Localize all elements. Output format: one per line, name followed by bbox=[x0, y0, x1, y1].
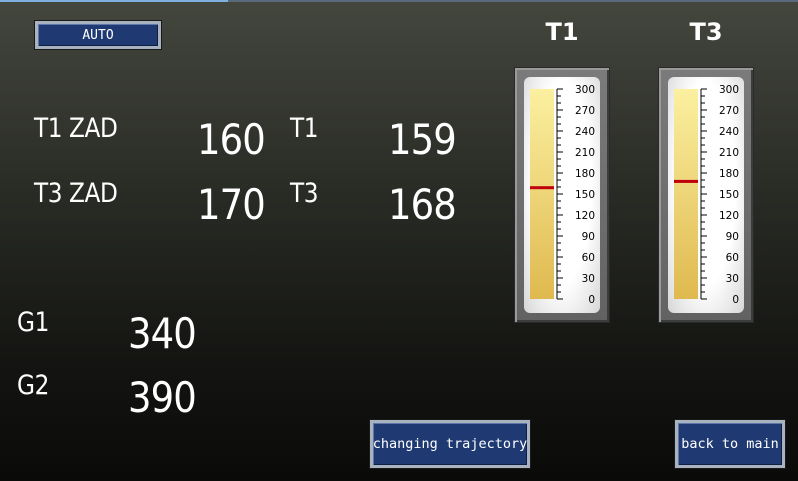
changing-trajectory-button[interactable]: changing trajectory bbox=[370, 420, 530, 468]
gauge-tick-label: 180 bbox=[575, 168, 595, 180]
gauge-tick-label: 0 bbox=[732, 294, 739, 306]
gauge-tick-label: 210 bbox=[719, 147, 739, 159]
gauge-pointer bbox=[530, 186, 554, 190]
gauge-tick-label: 120 bbox=[575, 210, 595, 222]
gauge-tick-label: 90 bbox=[726, 231, 739, 243]
gauge-tick-label: 0 bbox=[588, 294, 595, 306]
back-to-main-button[interactable]: back to main bbox=[675, 420, 785, 468]
g1-value: 340 bbox=[128, 309, 197, 358]
g1-label: G1 bbox=[17, 307, 49, 338]
top-edge-highlight bbox=[0, 0, 228, 2]
gauge-tick-label: 30 bbox=[726, 273, 739, 285]
gauge-tick-label: 90 bbox=[582, 231, 595, 243]
t3-actual-value: 168 bbox=[388, 180, 457, 229]
gauge-tick-label: 240 bbox=[719, 126, 739, 138]
t1-actual-label: T1 bbox=[290, 113, 319, 144]
gauge-tick-label: 120 bbox=[719, 210, 739, 222]
gauge-tick-label: 60 bbox=[726, 252, 739, 264]
gauge-tick-label: 270 bbox=[719, 105, 739, 117]
g2-label: G2 bbox=[17, 370, 49, 401]
gauge-bar bbox=[530, 89, 554, 299]
gauge-t3-face: 300 270 240 210 180 150 120 90 60 30 0 bbox=[668, 77, 744, 313]
gauge-t1-face: 300 270 240 210 180 150 120 90 60 30 0 bbox=[524, 77, 600, 313]
auto-mode-button[interactable]: AUTO bbox=[35, 21, 161, 49]
gauge-t1-title: T1 bbox=[545, 18, 579, 46]
gauge-tick-label: 150 bbox=[575, 189, 595, 201]
gauge-tick-label: 240 bbox=[575, 126, 595, 138]
g2-value: 390 bbox=[128, 373, 197, 422]
gauge-tick-label: 150 bbox=[719, 189, 739, 201]
gauge-bar bbox=[674, 89, 698, 299]
gauge-pointer bbox=[674, 179, 698, 183]
gauge-t3: 300 270 240 210 180 150 120 90 60 30 0 bbox=[658, 67, 754, 323]
gauge-t1-scale: 3002702402101801501209060300 bbox=[530, 84, 595, 306]
gauge-tick-label: 270 bbox=[575, 105, 595, 117]
top-edge-line bbox=[0, 0, 798, 2]
gauge-t3-scale: 3002702402101801501209060300 bbox=[674, 84, 739, 306]
t3-setpoint-label: T3 ZAD bbox=[34, 178, 118, 209]
t1-actual-value: 159 bbox=[388, 115, 457, 164]
gauge-tick-label: 60 bbox=[582, 252, 595, 264]
t3-setpoint-value: 170 bbox=[197, 180, 266, 229]
t3-actual-label: T3 bbox=[290, 178, 319, 209]
gauge-t3-title: T3 bbox=[689, 18, 723, 46]
t1-setpoint-value: 160 bbox=[197, 115, 266, 164]
gauge-tick-label: 30 bbox=[582, 273, 595, 285]
t1-setpoint-label: T1 ZAD bbox=[34, 113, 118, 144]
gauge-tick-label: 300 bbox=[575, 84, 595, 96]
gauge-tick-label: 180 bbox=[719, 168, 739, 180]
gauge-tick-label: 300 bbox=[719, 84, 739, 96]
gauge-t1: 300 270 240 210 180 150 120 90 60 30 0 bbox=[514, 67, 610, 323]
gauge-tick-label: 210 bbox=[575, 147, 595, 159]
